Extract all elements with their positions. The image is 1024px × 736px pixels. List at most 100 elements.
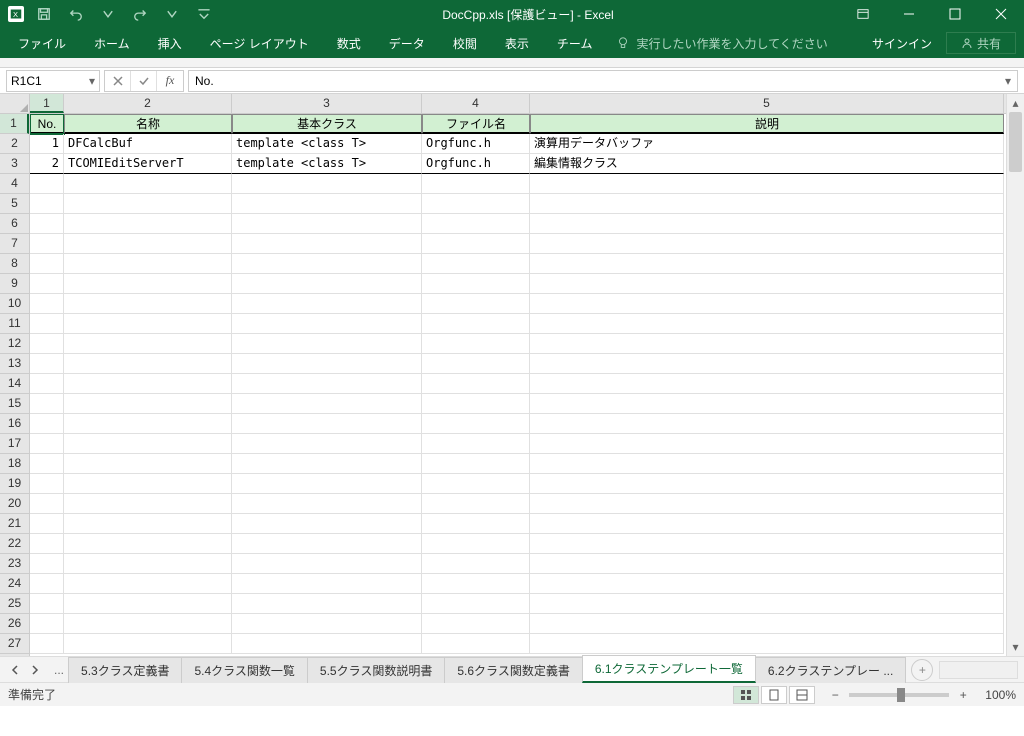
header-cell-name[interactable]: 名称 xyxy=(64,114,232,134)
view-normal-button[interactable] xyxy=(733,686,759,704)
row-header[interactable]: 3 xyxy=(0,154,29,174)
cell[interactable]: DFCalcBuf xyxy=(64,134,232,154)
cell[interactable]: TCOMIEditServerT xyxy=(64,154,232,174)
cell[interactable] xyxy=(64,394,232,414)
cell[interactable] xyxy=(30,354,64,374)
qat-customize-icon[interactable] xyxy=(192,2,216,26)
cell[interactable] xyxy=(64,514,232,534)
cell[interactable] xyxy=(530,314,1004,334)
cell[interactable] xyxy=(232,234,422,254)
row-header[interactable]: 14 xyxy=(0,374,29,394)
cell[interactable] xyxy=(422,594,530,614)
cell[interactable] xyxy=(30,634,64,654)
cell[interactable] xyxy=(232,454,422,474)
name-box[interactable]: R1C1 ▾ xyxy=(6,70,100,92)
cell[interactable] xyxy=(232,494,422,514)
row-header[interactable]: 1 xyxy=(0,114,29,134)
header-cell-base[interactable]: 基本クラス xyxy=(232,114,422,134)
cell[interactable] xyxy=(64,174,232,194)
sheet-nav-prev[interactable] xyxy=(6,661,24,679)
cell[interactable] xyxy=(530,634,1004,654)
cell[interactable] xyxy=(530,474,1004,494)
cell[interactable] xyxy=(30,194,64,214)
cell[interactable] xyxy=(422,534,530,554)
row-header[interactable]: 24 xyxy=(0,574,29,594)
row-header[interactable]: 10 xyxy=(0,294,29,314)
cell[interactable] xyxy=(530,494,1004,514)
cell[interactable] xyxy=(30,374,64,394)
cell[interactable] xyxy=(530,614,1004,634)
header-cell-desc[interactable]: 説明 xyxy=(530,114,1004,134)
scroll-down-icon[interactable]: ▾ xyxy=(1007,638,1024,656)
tab-insert[interactable]: 挿入 xyxy=(144,28,196,58)
cell[interactable] xyxy=(530,174,1004,194)
cell[interactable] xyxy=(30,494,64,514)
sheet-tab[interactable]: 5.5クラス関数説明書 xyxy=(307,657,445,683)
close-button[interactable] xyxy=(978,0,1024,28)
cell[interactable] xyxy=(64,574,232,594)
tab-pagelayout[interactable]: ページ レイアウト xyxy=(196,28,323,58)
cell[interactable] xyxy=(30,574,64,594)
save-button[interactable] xyxy=(32,2,56,26)
row-header[interactable]: 9 xyxy=(0,274,29,294)
cell[interactable]: Orgfunc.h xyxy=(422,154,530,174)
row-header[interactable]: 27 xyxy=(0,634,29,654)
cell[interactable] xyxy=(232,274,422,294)
cell[interactable] xyxy=(30,314,64,334)
view-page-break-button[interactable] xyxy=(789,686,815,704)
cell[interactable] xyxy=(30,254,64,274)
cell[interactable] xyxy=(232,594,422,614)
tab-review[interactable]: 校閲 xyxy=(439,28,491,58)
cell[interactable] xyxy=(530,554,1004,574)
row-header[interactable]: 20 xyxy=(0,494,29,514)
cell[interactable] xyxy=(30,434,64,454)
formula-expand-icon[interactable]: ▾ xyxy=(1005,74,1011,88)
cell[interactable] xyxy=(232,214,422,234)
header-cell-file[interactable]: ファイル名 xyxy=(422,114,530,134)
row-header[interactable]: 21 xyxy=(0,514,29,534)
cell[interactable] xyxy=(64,314,232,334)
cell[interactable] xyxy=(530,454,1004,474)
cell[interactable] xyxy=(530,234,1004,254)
enter-formula-button[interactable] xyxy=(131,71,157,91)
cell[interactable] xyxy=(422,194,530,214)
cell[interactable] xyxy=(232,174,422,194)
col-header[interactable]: 5 xyxy=(530,94,1004,113)
cell[interactable] xyxy=(530,434,1004,454)
cell[interactable] xyxy=(64,534,232,554)
maximize-button[interactable] xyxy=(932,0,978,28)
cell[interactable] xyxy=(530,574,1004,594)
cell[interactable] xyxy=(30,474,64,494)
header-cell-no[interactable]: No. xyxy=(30,114,64,134)
share-button[interactable]: 共有 xyxy=(946,32,1016,54)
cell[interactable] xyxy=(30,534,64,554)
tab-team[interactable]: チーム xyxy=(543,28,607,58)
sheet-tab[interactable]: 6.1クラステンプレート一覧 xyxy=(582,655,756,683)
row-header[interactable]: 18 xyxy=(0,454,29,474)
cell[interactable] xyxy=(422,554,530,574)
cell[interactable] xyxy=(30,514,64,534)
zoom-in-button[interactable]: + xyxy=(955,687,971,703)
cell[interactable] xyxy=(30,234,64,254)
row-header[interactable]: 19 xyxy=(0,474,29,494)
row-header[interactable]: 12 xyxy=(0,334,29,354)
cell[interactable] xyxy=(232,514,422,534)
cell[interactable] xyxy=(232,414,422,434)
cell[interactable] xyxy=(30,174,64,194)
cell[interactable] xyxy=(422,634,530,654)
cell[interactable] xyxy=(30,414,64,434)
tab-file[interactable]: ファイル xyxy=(4,28,80,58)
cell[interactable] xyxy=(232,434,422,454)
cell[interactable] xyxy=(64,274,232,294)
cell[interactable] xyxy=(64,254,232,274)
cell[interactable] xyxy=(232,614,422,634)
row-header[interactable]: 23 xyxy=(0,554,29,574)
col-header[interactable]: 2 xyxy=(64,94,232,113)
tab-formulas[interactable]: 数式 xyxy=(323,28,375,58)
sheet-tab[interactable]: 6.2クラステンプレー ... xyxy=(755,657,906,683)
zoom-slider[interactable] xyxy=(849,693,949,697)
cell[interactable] xyxy=(30,554,64,574)
undo-button[interactable] xyxy=(64,2,88,26)
cell[interactable] xyxy=(232,334,422,354)
cell[interactable] xyxy=(422,234,530,254)
